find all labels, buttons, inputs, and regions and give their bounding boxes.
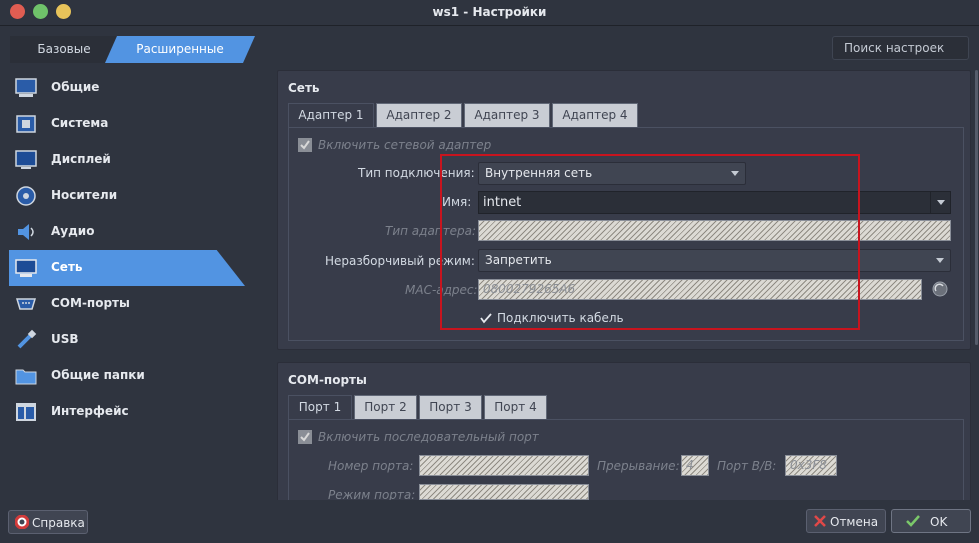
checkmark-icon [906,515,920,527]
mode-switch: Базовые Расширенные [10,36,255,63]
mode-basic-button[interactable]: Базовые [10,36,118,63]
tab-port-2[interactable]: Порт 2 [354,395,417,419]
tab-adapter-2[interactable]: Адаптер 2 [376,103,462,127]
sidebar-item-label: Аудио [51,224,95,238]
close-icon [814,515,826,527]
refresh-mac-icon[interactable] [932,281,948,297]
tab-adapter-4[interactable]: Адаптер 4 [552,103,638,127]
ok-button[interactable]: OK [891,509,971,533]
sidebar-item-label: Общие [51,80,100,94]
folder-icon [15,369,37,385]
help-label: Справка [32,516,85,530]
ok-label: OK [930,515,948,529]
network-section-title: Сеть [288,81,320,95]
sidebar-item-system[interactable]: Система [9,106,245,142]
highlight-box [440,154,860,330]
sidebar-item-label: Система [51,116,109,130]
interface-icon [16,403,36,421]
sidebar-item-interface[interactable]: Интерфейс [9,394,245,430]
enable-serial-port-label: Включить последовательный порт [318,430,539,444]
usb-icon [17,329,37,349]
title-bar: ws1 - Настройки [0,0,979,26]
chip-icon [16,115,36,133]
sidebar-item-label: Дисплей [51,152,111,166]
irq-input: 4 [681,455,709,476]
monitor-icon [15,78,37,97]
com-section-title: COM-порты [288,373,367,387]
tab-adapter-1[interactable]: Адаптер 1 [288,103,374,128]
enable-adapter-checkbox[interactable] [298,138,312,152]
sidebar-item-usb[interactable]: USB [9,322,245,358]
sidebar-item-network[interactable]: Сеть [9,250,245,286]
mode-advanced-button[interactable]: Расширенные [105,36,255,63]
display-icon [15,150,37,169]
sidebar-item-label: Носители [51,188,118,202]
disk-icon [16,186,36,206]
network-icon [15,259,37,277]
button-bar: Справка Отмена OK [0,500,979,543]
sidebar-item-label: COM-порты [51,296,130,310]
scrollbar[interactable] [975,70,978,345]
window-title: ws1 - Настройки [432,5,547,19]
adapter-tabs: Адаптер 1 Адаптер 2 Адаптер 3 Адаптер 4 [288,103,648,128]
port-number-select [419,455,589,476]
irq-label: Прерывание: [597,459,680,473]
chevron-down-icon [936,258,944,263]
io-port-value: 0x3F8 [790,458,827,472]
chevron-down-icon[interactable] [930,192,950,213]
port-tabs: Порт 1 Порт 2 Порт 3 Порт 4 [288,395,558,420]
sidebar-item-label: Сеть [51,260,83,274]
tab-adapter-3[interactable]: Адаптер 3 [464,103,550,127]
io-port-label: Порт В/В: [717,459,777,473]
sidebar-item-storage[interactable]: Носители [9,178,245,214]
port-number-label: Номер порта: [328,459,414,473]
tab-port-1[interactable]: Порт 1 [288,395,352,420]
enable-serial-port-checkbox[interactable] [298,430,312,444]
help-button[interactable]: Справка [8,510,88,534]
checkmark-icon [298,430,312,444]
sidebar-item-label: Интерфейс [51,404,129,418]
sidebar-item-general[interactable]: Общие [9,70,245,106]
tab-port-3[interactable]: Порт 3 [419,395,482,419]
sidebar-item-label: USB [51,332,79,346]
sidebar-item-display[interactable]: Дисплей [9,142,245,178]
checkmark-icon [298,138,312,152]
sidebar-item-audio[interactable]: Аудио [9,214,245,250]
sidebar-item-shared-folders[interactable]: Общие папки [9,358,245,394]
sidebar-item-label: Общие папки [51,368,145,382]
speaker-icon [18,224,34,240]
search-settings-input[interactable]: Поиск настроек [832,36,969,60]
io-port-input: 0x3F8 [785,455,837,476]
tab-port-4[interactable]: Порт 4 [484,395,547,419]
cancel-label: Отмена [830,515,879,529]
cancel-button[interactable]: Отмена [806,509,886,533]
sidebar-item-com-ports[interactable]: COM-порты [9,286,245,322]
serial-port-icon [15,298,37,310]
irq-value: 4 [686,458,694,472]
enable-adapter-label: Включить сетевой адаптер [318,138,492,152]
port-mode-select [419,484,589,500]
lifebuoy-icon [15,515,29,529]
